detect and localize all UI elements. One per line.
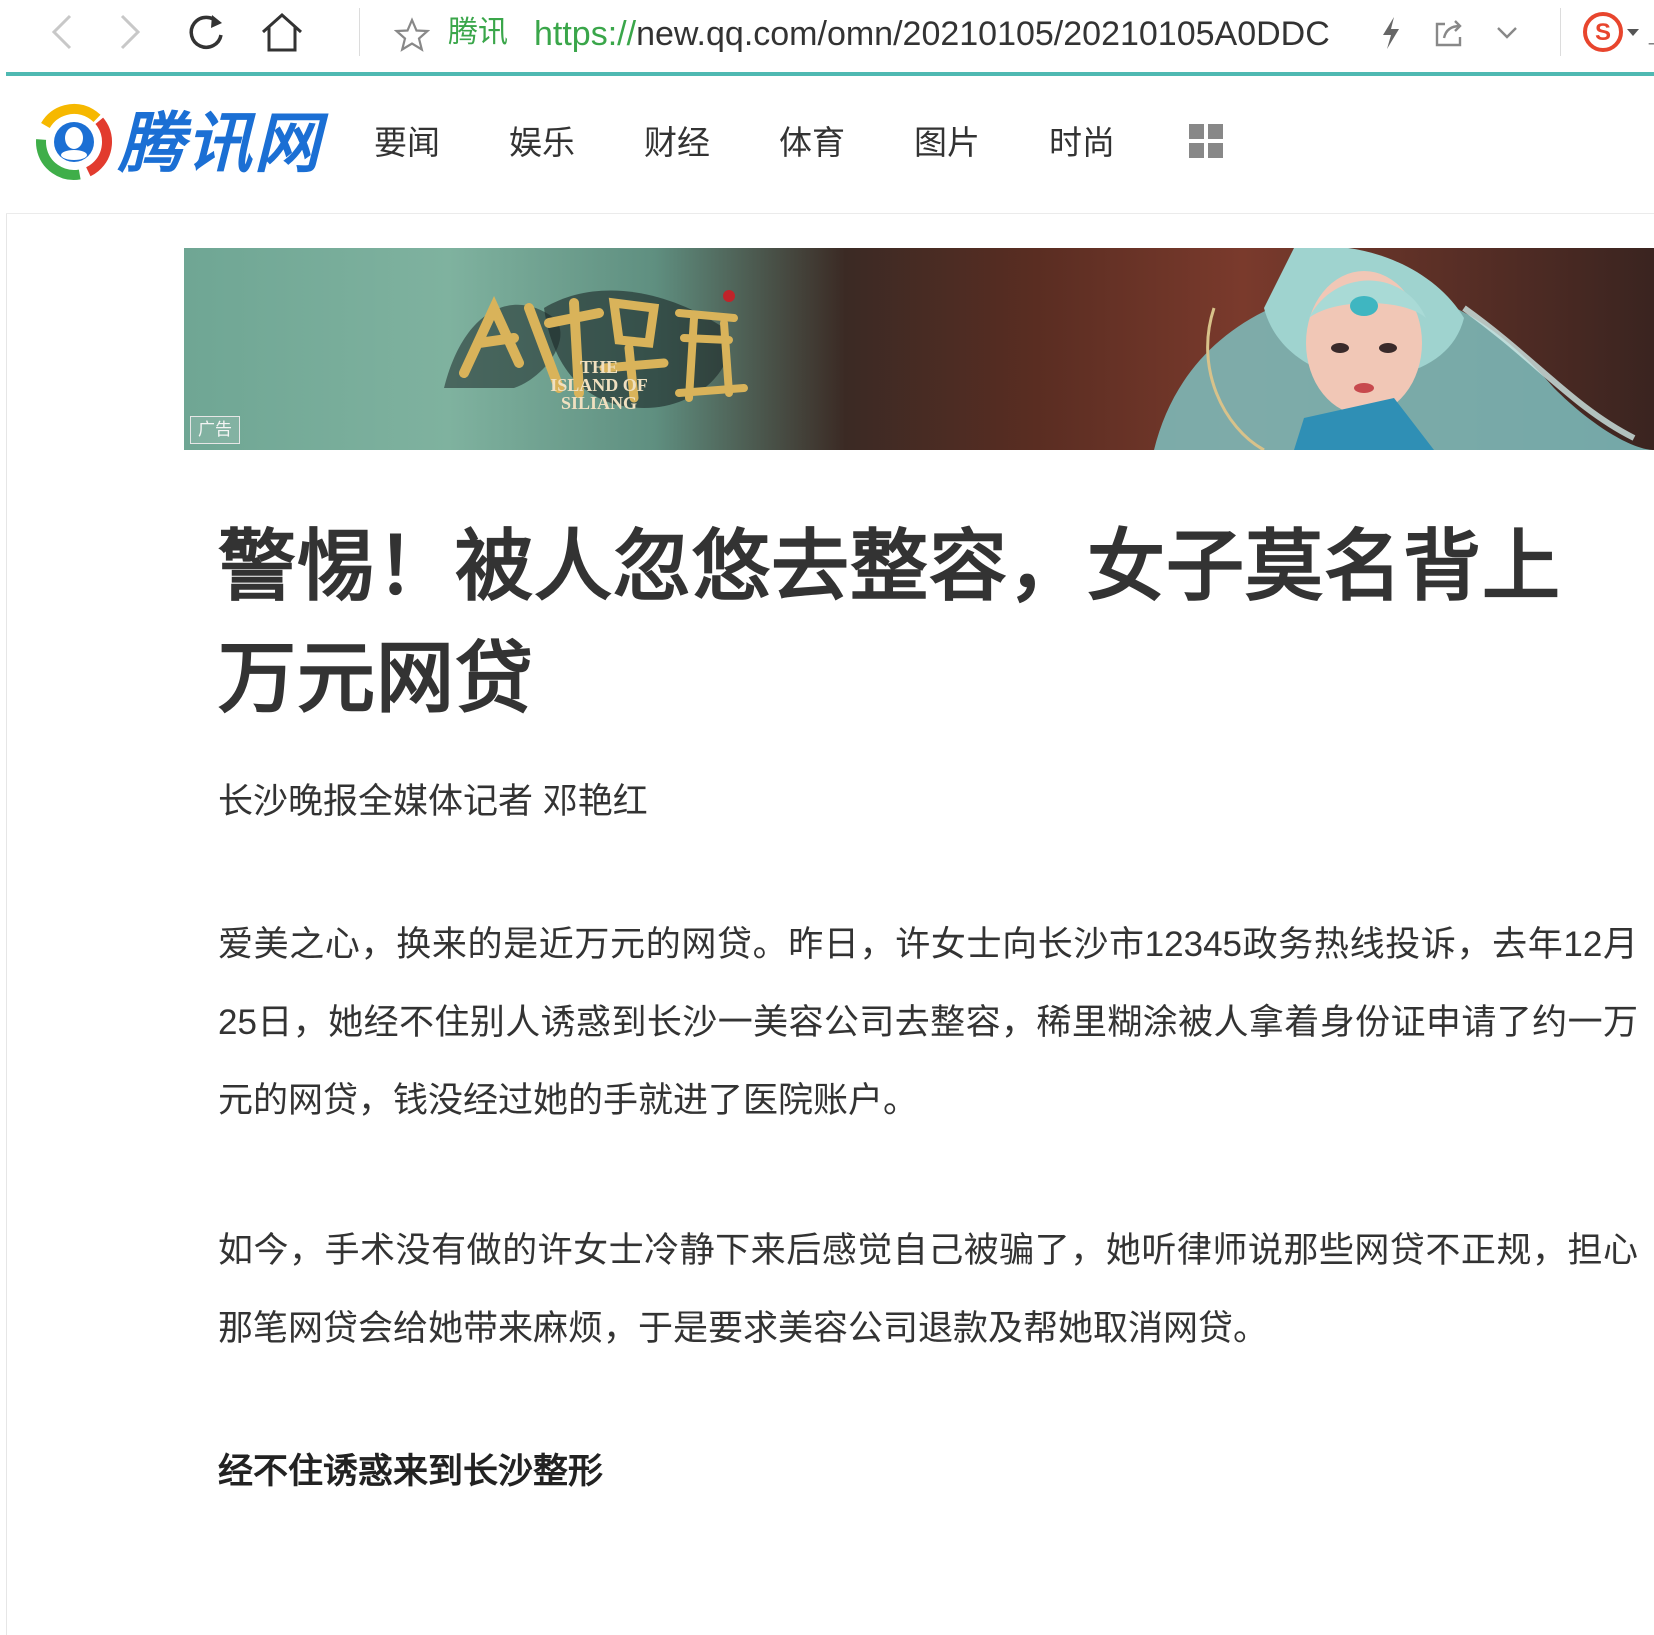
site-header: 腾讯网 要闻 娱乐 财经 体育 图片 时尚 [6,76,1654,214]
caret-down-icon[interactable] [1626,28,1640,38]
article: 警惕！被人忽悠去整容，女子莫名背上万元网贷 长沙晚报全媒体记者 邓艳红 爱美之心… [218,510,1638,1492]
minimize-mark[interactable]: _ [1649,20,1654,46]
window-left-edge [0,0,7,1635]
article-title: 警惕！被人忽悠去整容，女子莫名背上万元网贷 [218,522,1562,722]
url-scheme: https:// [534,16,637,52]
toolbar-separator [359,8,360,56]
grid-menu-icon[interactable] [1189,124,1223,158]
home-button[interactable] [260,10,304,54]
reload-button[interactable] [184,10,228,54]
game-logo-english: THE ISLAND OF SILIANG [524,358,674,412]
browser-toolbar: 腾讯 https://new.qq.com/omn/20210105/20210… [6,0,1654,76]
ad-badge: 广告 [190,416,240,444]
nav-item-finance[interactable]: 财经 [644,118,710,168]
nav-item-fashion[interactable]: 时尚 [1049,118,1115,168]
bookmark-star-icon[interactable] [394,17,430,53]
site-identity-label: 腾讯 [448,16,508,49]
chevron-down-icon[interactable] [1492,18,1522,48]
nav-item-sports[interactable]: 体育 [779,118,845,168]
toolbar-separator [1560,8,1561,56]
reload-icon [189,15,223,50]
logo-wordmark: 腾讯网 [118,106,322,180]
tencent-logo-icon [36,104,112,180]
article-paragraph: 爱美之心，换来的是近万元的网贷。昨日，许女士向长沙市12345政务热线投诉，去年… [218,925,1638,1120]
lightning-icon[interactable] [1379,16,1403,50]
share-icon[interactable] [1432,16,1466,50]
nav-item-entertainment[interactable]: 娱乐 [509,118,575,168]
address-bar[interactable]: 腾讯 https://new.qq.com/omn/20210105/20210… [384,8,1554,58]
home-icon [261,12,303,52]
back-button[interactable] [40,10,84,54]
article-paragraph: 如今，手术没有做的许女士冷静下来后感觉自己被骗了，她听律师说那些网贷不正规，担心… [218,1231,1638,1348]
svg-text:S: S [1595,19,1611,46]
game-logo-line-3: SILIANG [560,393,638,413]
site-logo[interactable]: 腾讯网 [32,98,332,188]
nav-item-pictures[interactable]: 图片 [914,118,980,168]
game-character-illustration [1154,248,1654,450]
nav-item-news[interactable]: 要闻 [374,118,440,168]
game-logo-line-2: ISLAND OF [550,375,648,395]
back-arrow-icon [51,14,72,50]
sogou-input-icon[interactable]: S [1581,10,1625,54]
article-subheading: 经不住诱惑来到长沙整形 [218,1452,604,1491]
url-text[interactable]: https://new.qq.com/omn/20210105/20210105… [534,16,1334,52]
article-byline: 长沙晚报全媒体记者 邓艳红 [218,782,648,821]
forward-arrow-icon [120,14,141,50]
game-logo-line-1: THE [579,357,618,377]
ad-banner[interactable]: THE ISLAND OF SILIANG 广告 [184,248,1654,450]
forward-button[interactable] [108,10,152,54]
url-path: new.qq.com/omn/20210105/20210105A0DDC [636,16,1330,52]
